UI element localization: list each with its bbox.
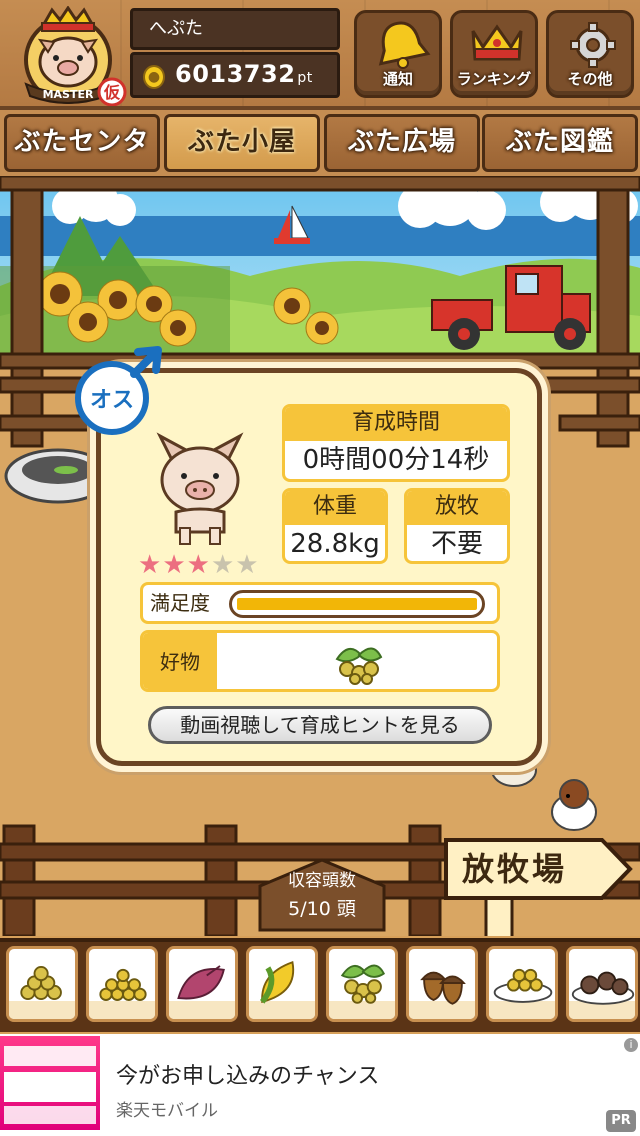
raising-time-label: 育成時間 [285,407,507,441]
food-item-4[interactable] [246,946,318,1022]
bell-icon [378,21,431,69]
weight-box: 体重 28.8kg [282,488,388,564]
points-value: 6013732 pt [175,60,313,88]
pig-master-avatar-icon: MASTER 仮 [24,5,127,107]
star-empty-icon: ★ [210,550,236,580]
satisfaction-bar [229,590,485,618]
star-filled-icon: ★ [186,550,211,580]
ad-pr-badge: PR [606,1110,636,1132]
soybean-icon [335,647,383,685]
ranking-label: ランキング [456,70,532,88]
other-label: その他 [567,70,613,88]
yellow-grain-pile-icon [99,968,147,1001]
pasture-sign[interactable]: 放牧場 [442,836,634,902]
food-item-2[interactable] [86,946,158,1022]
provisional-mark: 仮 [103,83,121,102]
soybean-icon [340,964,385,1004]
points-unit: pt [297,70,313,86]
watch-video-hint-button[interactable]: 動画視聴して育成ヒントを見る [148,706,492,744]
tab-pig-center[interactable]: ぶたセンター [4,114,160,207]
gender-label: オス [89,388,134,413]
pig-icon [156,432,244,545]
gender-badge: オス [72,344,166,438]
food-item-1[interactable] [6,946,78,1022]
weight-value: 28.8kg [290,529,380,559]
favorite-row: 好物 [140,630,500,692]
food-item-7[interactable] [486,946,558,1022]
pig-portrait[interactable] [146,428,254,548]
points-number: 6013732 [175,60,296,88]
corn-icon [259,960,295,1004]
navigation-tabs: ぶたセンター ぶた小屋 ぶた広場 ぶた図鑑 [0,110,640,207]
coin-icon: ● [143,65,165,89]
raising-time-value: 0時間00分14秒 [302,445,490,475]
pig-rating-stars: ★★★★★ [138,550,260,580]
grazing-label: 放牧 [407,491,507,525]
meatball-plate-icon [571,971,635,1005]
satisfaction-row: 満足度 [140,582,500,624]
satisfaction-bar-fill [237,598,477,610]
food-item-3[interactable] [166,946,238,1022]
other-menu-button[interactable]: その他 [546,10,634,98]
notification-button[interactable]: 通知 [354,10,442,98]
ad-info-icon[interactable]: i [624,1038,638,1052]
points-display: ● 6013732 pt [130,52,340,98]
notification-label: 通知 [382,70,413,88]
food-item-6[interactable] [406,946,478,1022]
raising-time-box: 育成時間 0時間00分14秒 [282,404,510,482]
crown-icon [471,24,523,61]
star-filled-icon: ★ [162,550,187,580]
favorite-label: 好物 [143,633,217,689]
capacity-sign: 収容頭数 5/10 頭 [258,858,386,932]
food-item-5[interactable] [326,946,398,1022]
grazing-value: 不要 [430,529,483,559]
ad-title[interactable]: 今がお申し込みのチャンス [116,1058,379,1090]
player-name: へぷた [130,8,340,50]
pasture-sign-label: 放牧場 [462,850,568,888]
capacity-label: 収容頭数 [288,871,356,891]
ranking-button[interactable]: ランキング [450,10,538,98]
food-item-8[interactable] [566,946,638,1022]
acorn-icon [420,971,466,1005]
grain-pile-icon [20,966,62,1000]
ad-sponsor[interactable]: 楽天モバイル [116,1096,218,1121]
gear-icon [570,22,616,68]
grazing-box: 放牧 不要 [404,488,510,564]
tab-pig-encyclopedia[interactable]: ぶた図鑑 [482,114,638,172]
tab-pig-house[interactable]: ぶた小屋 [164,114,320,172]
satisfaction-label: 満足度 [150,591,210,615]
grain-bowl-icon [493,968,553,1003]
capacity-value: 5/10 頭 [288,898,356,920]
sweet-potato-icon [177,965,225,1000]
ad-image-icon [4,1046,96,1124]
star-empty-icon: ★ [235,550,260,580]
star-filled-icon: ★ [138,550,163,580]
player-avatar-badge[interactable]: MASTER 仮 [12,5,128,107]
weight-label: 体重 [285,491,385,525]
ad-thumbnail[interactable] [0,1036,100,1130]
badge-text: MASTER [43,88,94,101]
tab-pig-plaza[interactable]: ぶた広場 [324,114,480,172]
